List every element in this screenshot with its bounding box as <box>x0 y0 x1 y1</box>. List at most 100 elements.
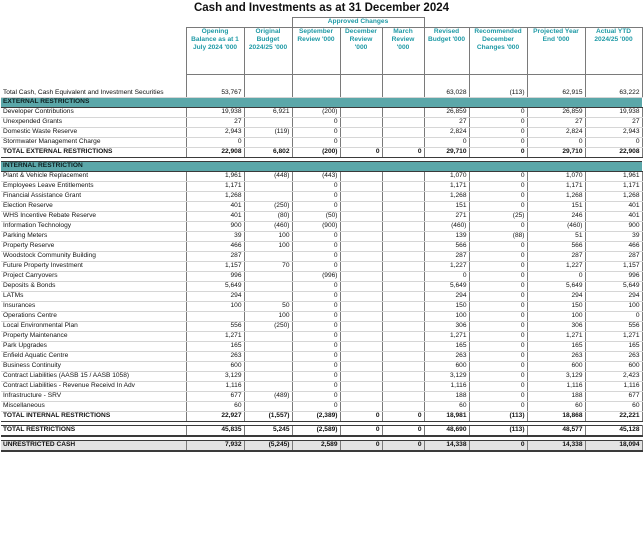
row-value <box>381 211 425 222</box>
row-value: 27 <box>423 117 470 128</box>
row-value: 0 <box>291 127 340 138</box>
row-value: 0 <box>468 281 528 292</box>
row-value: 0 <box>526 271 586 282</box>
table-row: Stormwater Management Charge 0 0 0 0 0 0 <box>1 137 643 148</box>
row-value: 1,157 <box>584 261 643 272</box>
row-value <box>339 391 382 402</box>
blank-cell <box>469 18 527 28</box>
row-value: 0 <box>291 291 340 302</box>
approved-changes-header: Approved Changes <box>291 17 425 28</box>
row-value: 556 <box>584 321 643 332</box>
table-row: Local Environmental Plan 556 (250) 0 306 0 306… <box>1 321 643 332</box>
row-value: 1,116 <box>584 381 643 392</box>
row-value: 294 <box>584 291 643 302</box>
column-header: Actual YTD 2024/25 '000 <box>584 27 643 75</box>
row-value: 401 <box>584 211 643 222</box>
row-value: 0 <box>468 107 528 118</box>
column-header: Projected Year End '000 <box>526 27 586 75</box>
row-value: 0 <box>291 321 340 332</box>
table-row: Contract Liabilities - Revenue Receivd I… <box>1 381 643 392</box>
row-value <box>381 181 425 192</box>
row-value: (460) <box>423 221 470 232</box>
row-value: 1,116 <box>526 381 586 392</box>
row-value: 1,268 <box>185 191 244 202</box>
row-value: 1,271 <box>526 331 586 342</box>
row-label: Election Reserve <box>1 201 186 212</box>
row-value <box>243 341 292 352</box>
row-value: 100 <box>243 241 292 252</box>
row-value: 0 <box>291 117 340 128</box>
row-value <box>339 341 382 352</box>
table-row: Contract Liabilities (AASB 15 / AASB 105… <box>1 371 643 382</box>
row-value: 29,710 <box>423 147 470 158</box>
row-value: 401 <box>584 201 643 212</box>
table-row: Plant & Vehicle Replacement 1,961 (448) (44… <box>1 171 643 182</box>
row-value <box>339 181 382 192</box>
row-value: 3,129 <box>526 371 586 382</box>
row-value: 401 <box>185 201 244 212</box>
row-value <box>243 271 292 282</box>
row-value: 0 <box>468 391 528 402</box>
row-value: 22,908 <box>584 147 643 158</box>
row-value <box>339 127 382 138</box>
row-value: 165 <box>526 341 586 352</box>
row-value: 48,690 <box>423 425 470 437</box>
table-row: Project Carryovers 996 (996) 0 0 0 996 <box>1 271 643 282</box>
row-value <box>381 401 425 412</box>
row-value: 0 <box>291 301 340 312</box>
row-value <box>339 321 382 332</box>
row-value: 287 <box>584 251 643 262</box>
row-value: 100 <box>526 311 586 322</box>
row-value: 1,171 <box>185 181 244 192</box>
row-value: 271 <box>423 211 470 222</box>
row-value: 0 <box>468 371 528 382</box>
row-label: Employees Leave Entitlements <box>1 181 186 192</box>
row-value: 0 <box>291 181 340 192</box>
row-label: Property Reserve <box>1 241 186 252</box>
row-value: 19,938 <box>185 107 244 118</box>
row-value: 0 <box>291 137 340 148</box>
row-value: 0 <box>468 127 528 138</box>
row-value: 2,824 <box>423 127 470 138</box>
row-value <box>243 291 292 302</box>
blank-cell <box>1 18 186 28</box>
row-value: (996) <box>291 271 340 282</box>
row-value: 100 <box>185 301 244 312</box>
row-value: 0 <box>468 137 528 148</box>
row-value <box>339 221 382 232</box>
table-row: WHS Incentive Rebate Reserve 401 (80) (50) 2… <box>1 211 643 222</box>
row-value: 19,938 <box>584 107 643 118</box>
row-label: Enfield Aquatic Centre <box>1 351 186 362</box>
row-value: 150 <box>526 301 586 312</box>
row-value: 0 <box>291 331 340 342</box>
row-value <box>339 301 382 312</box>
table-row: Election Reserve 401 (250) 0 151 0 151 401 <box>1 201 643 212</box>
row-value <box>339 291 382 302</box>
row-value: 287 <box>423 251 470 262</box>
row-value: 0 <box>468 301 528 312</box>
row-value: 0 <box>468 311 528 322</box>
table-row: Miscellaneous 60 0 60 0 60 60 <box>1 401 643 412</box>
row-value <box>339 231 382 242</box>
row-value <box>339 381 382 392</box>
row-value: 165 <box>185 341 244 352</box>
row-value: 0 <box>381 440 425 452</box>
row-value <box>381 221 425 232</box>
row-value: 677 <box>584 391 643 402</box>
row-value <box>339 281 382 292</box>
row-value: 1,171 <box>584 181 643 192</box>
row-label: Domestic Waste Reserve <box>1 127 186 138</box>
row-value: 50 <box>243 301 292 312</box>
row-value: 0 <box>291 281 340 292</box>
blank-cell <box>186 18 244 28</box>
row-value <box>381 391 425 402</box>
row-value: 1,070 <box>526 171 586 182</box>
row-value: 14,338 <box>423 440 470 452</box>
row-value: 306 <box>526 321 586 332</box>
row-value <box>339 331 382 342</box>
column-header: December Review '000 <box>339 27 383 75</box>
row-label: Deposits & Bonds <box>1 281 186 292</box>
table-row: Future Property Investment 1,157 70 0 1,227 0… <box>1 261 643 272</box>
row-value <box>339 311 382 322</box>
row-value: 287 <box>185 251 244 262</box>
